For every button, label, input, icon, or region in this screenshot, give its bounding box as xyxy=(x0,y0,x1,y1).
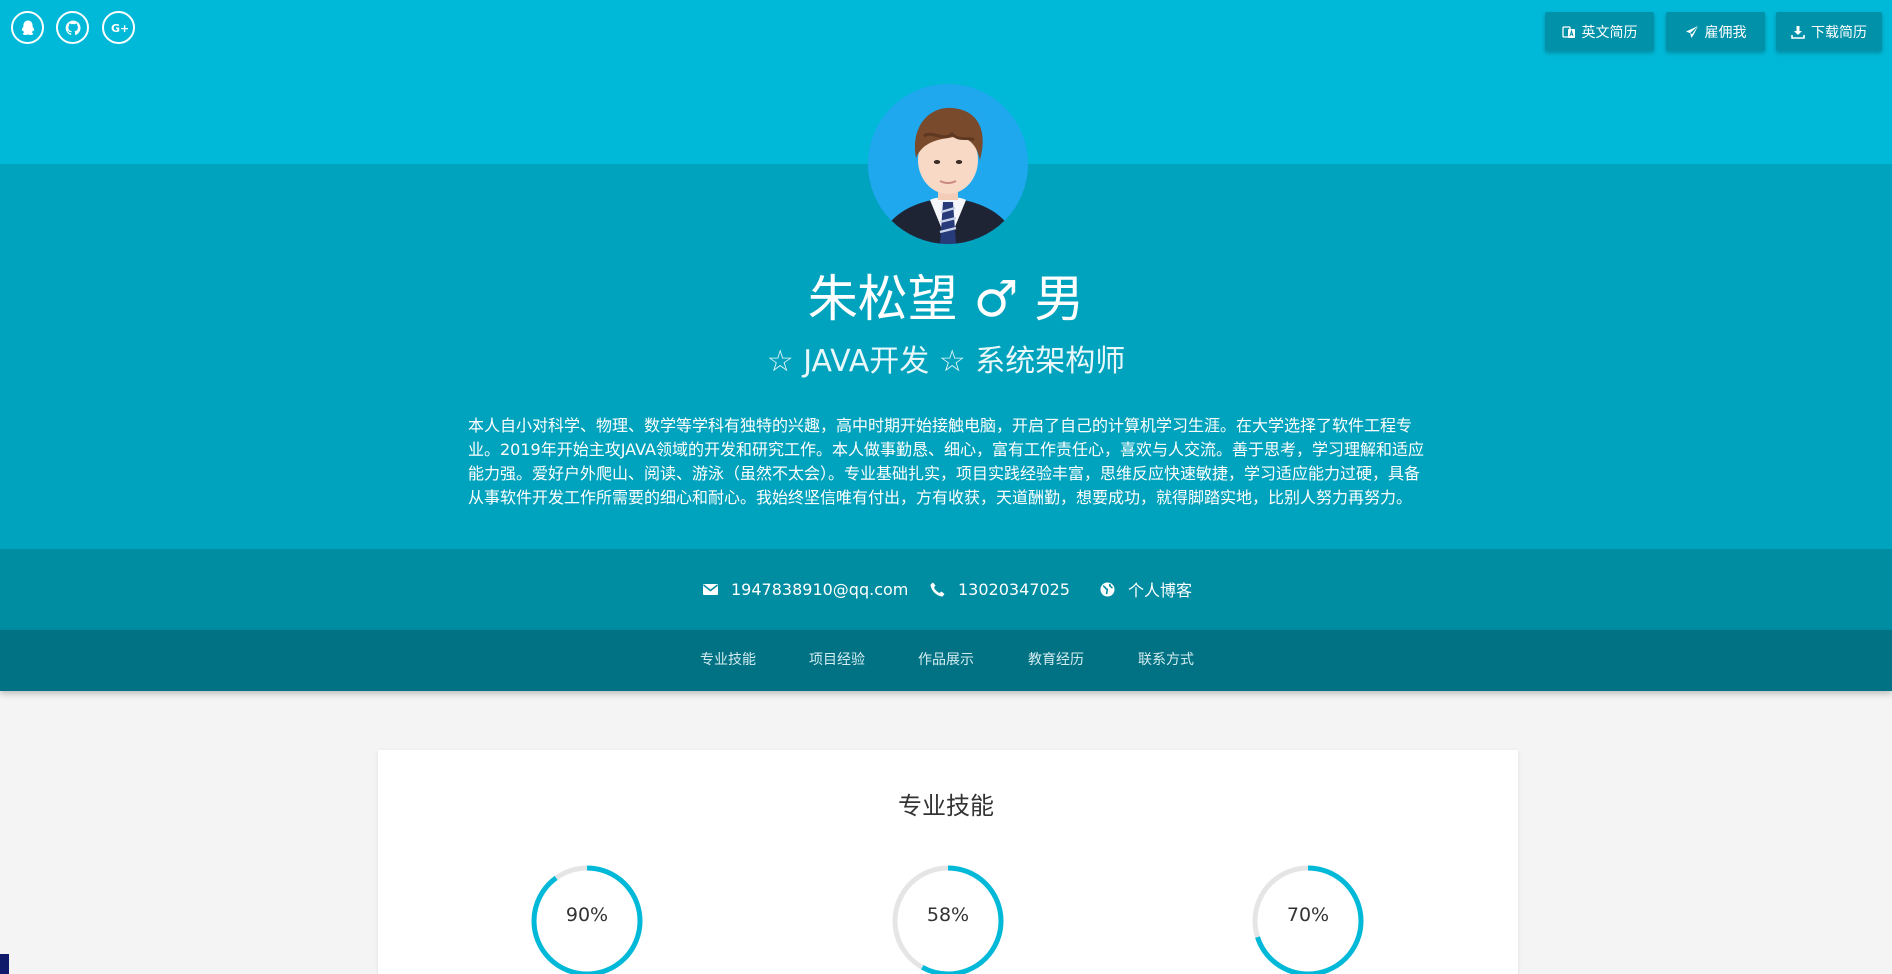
globe-icon xyxy=(1100,582,1115,596)
language-icon xyxy=(1561,25,1575,38)
envelope-icon xyxy=(703,583,718,595)
email-text: 1947838910@qq.com xyxy=(731,579,909,599)
skill-percent: 58% xyxy=(926,904,970,926)
profile-name: 朱松望 ♂ 男 xyxy=(807,270,1085,328)
skill-ring: 58% xyxy=(891,864,1005,974)
github-link[interactable] xyxy=(56,11,89,44)
blog-text: 个人博客 xyxy=(1128,581,1193,600)
nav-item-contact[interactable]: 联系方式 xyxy=(1138,648,1194,672)
skill-ring: 70% xyxy=(1251,864,1365,974)
qq-link[interactable] xyxy=(11,11,44,44)
avatar xyxy=(868,84,1028,244)
skill-percent: 90% xyxy=(565,904,609,926)
download-resume-button[interactable]: 下载简历 xyxy=(1776,12,1882,51)
phone-contact[interactable]: 13020347025 xyxy=(929,577,1070,601)
nav-item-works[interactable]: 作品展示 xyxy=(918,648,974,672)
nav-item-skills[interactable]: 专业技能 xyxy=(700,648,756,672)
google-plus-icon: G+ xyxy=(111,22,128,35)
skill-ring: 90% xyxy=(530,864,644,974)
svg-text:G+: G+ xyxy=(111,22,128,35)
nav-item-education[interactable]: 教育经历 xyxy=(1028,648,1084,672)
download-resume-label: 下载简历 xyxy=(1811,24,1867,41)
nav-item-projects[interactable]: 项目经验 xyxy=(809,648,865,672)
corner-marker xyxy=(0,954,9,974)
phone-text: 13020347025 xyxy=(958,579,1070,599)
profile-subtitle: ☆ JAVA开发 ☆ 系统架构师 xyxy=(766,344,1126,379)
english-resume-button[interactable]: 英文简历 xyxy=(1545,12,1654,51)
skills-section-title: 专业技能 xyxy=(898,792,994,820)
hire-me-label: 雇佣我 xyxy=(1704,24,1747,41)
blog-contact[interactable]: 个人博客 xyxy=(1099,577,1192,601)
skill-percent: 70% xyxy=(1286,904,1330,926)
phone-icon xyxy=(930,582,945,596)
github-icon xyxy=(65,20,81,35)
google-plus-link[interactable]: G+ xyxy=(102,11,135,44)
qq-icon xyxy=(21,20,34,35)
email-contact[interactable]: 1947838910@qq.com xyxy=(702,577,908,601)
profile-bio: 本人自小对科学、物理、数学等学科有独特的兴趣，高中时期开始接触电脑，开启了自己的… xyxy=(468,416,1424,507)
english-resume-label: 英文简历 xyxy=(1581,24,1638,41)
hire-me-button[interactable]: 雇佣我 xyxy=(1666,12,1765,51)
download-icon xyxy=(1791,25,1805,39)
paper-plane-icon xyxy=(1685,25,1698,38)
